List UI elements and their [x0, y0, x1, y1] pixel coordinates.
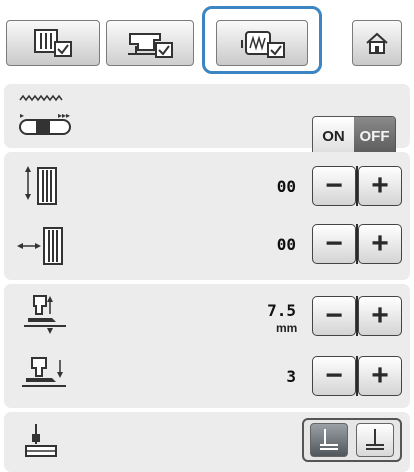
width-value: 00 — [276, 177, 296, 196]
top-bar — [0, 0, 414, 82]
needle-left-icon — [320, 429, 338, 450]
tab-focus-ring — [202, 6, 322, 74]
presser-pressure-plus-button[interactable]: + — [358, 356, 402, 396]
presser-pressure-value: 3 — [286, 367, 296, 386]
tab-pattern-settings[interactable] — [6, 20, 100, 66]
needle-position-icon — [25, 424, 57, 457]
home-button[interactable] — [352, 20, 402, 66]
svg-text:▸▸▸: ▸▸▸ — [58, 111, 70, 120]
machine-settings-icon — [128, 33, 173, 58]
presser-height-unit: mm — [276, 321, 298, 335]
svg-text:▸: ▸ — [20, 111, 24, 120]
toggle-on-label[interactable]: ON — [313, 117, 354, 155]
length-plus-button[interactable]: + — [358, 224, 402, 264]
length-minus-button[interactable]: − — [312, 224, 356, 264]
needle-center-icon — [366, 429, 384, 450]
horizontal-adjust-icon — [17, 227, 63, 265]
needle-left-button[interactable] — [310, 423, 348, 457]
mirror-pattern-icon: ▸ ▸▸▸ — [19, 94, 71, 135]
vertical-adjust-icon — [25, 166, 57, 205]
pattern-settings-icon — [34, 29, 72, 57]
mirror-toggle[interactable]: ON OFF — [312, 116, 396, 156]
presser-pressure-minus-button[interactable]: − — [312, 356, 356, 396]
toggle-off-label[interactable]: OFF — [354, 117, 395, 155]
presser-foot-pressure-icon — [22, 357, 66, 387]
length-value: 00 — [276, 235, 296, 254]
tab-machine-settings[interactable] — [106, 20, 194, 66]
needle-center-button[interactable] — [356, 423, 394, 457]
presser-height-plus-button[interactable]: + — [358, 296, 402, 336]
width-minus-button[interactable]: − — [312, 166, 356, 206]
home-icon — [366, 32, 388, 54]
presser-foot-height-icon — [24, 295, 66, 334]
presser-height-minus-button[interactable]: − — [312, 296, 356, 336]
width-plus-button[interactable]: + — [358, 166, 402, 206]
presser-height-value: 7.5 — [267, 301, 296, 320]
